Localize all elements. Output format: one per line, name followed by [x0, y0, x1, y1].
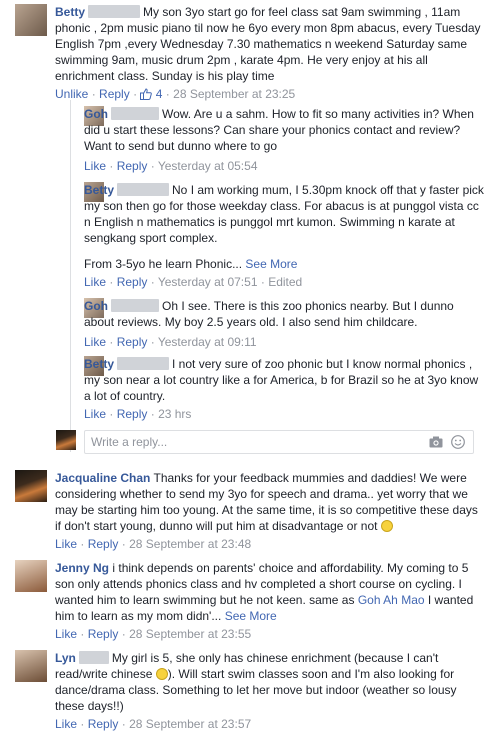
like-link[interactable]: Like [55, 537, 77, 551]
sad-emoji-icon [155, 668, 168, 680]
avatar-jacqualine-chan[interactable] [15, 470, 47, 502]
reply-actions: Like · Reply · Yesterday at 05:54 [84, 159, 258, 173]
avatar-current-user [56, 430, 76, 450]
comment-actions: Like · Reply · 28 September at 23:55 [55, 627, 252, 641]
reply-link[interactable]: Reply [88, 627, 119, 641]
emoji-icon[interactable] [451, 435, 465, 449]
avatar-jenny-ng[interactable] [15, 560, 47, 592]
reply-text-2: From 3-5yo he learn Phonic... [84, 257, 243, 271]
write-reply-input[interactable]: Write a reply... [84, 430, 474, 454]
commenter-name[interactable]: Lyn [55, 651, 76, 665]
reply-goh: Goh Wow. Are u a sahm. How to fit so many… [84, 106, 484, 154]
comment-actions: Like · Reply · 28 September at 23:48 [55, 537, 252, 551]
reply-time[interactable]: Yesterday at 07:51 [158, 275, 258, 289]
reply-link[interactable]: Reply [117, 159, 148, 173]
commenter-name[interactable]: Betty [84, 183, 114, 197]
commenter-name[interactable]: Jacqualine Chan [55, 471, 150, 485]
reply-link[interactable]: Reply [117, 335, 148, 349]
like-link[interactable]: Like [84, 159, 106, 173]
reply-link[interactable]: Reply [117, 275, 148, 289]
like-link[interactable]: Like [84, 275, 106, 289]
reply-link[interactable]: Reply [88, 717, 119, 731]
like-link[interactable]: Like [55, 627, 77, 641]
comment-jenny-ng: Jenny Ng i think depends on parents' cho… [55, 560, 485, 624]
reply-link[interactable]: Reply [117, 407, 148, 421]
reply-betty: Betty I not very sure of zoo phonic but I… [84, 356, 484, 404]
comment-time[interactable]: 28 September at 23:25 [173, 87, 295, 101]
redacted-surname [111, 107, 159, 120]
reply-link[interactable]: Reply [99, 87, 130, 101]
reply-actions: Like · Reply · Yesterday at 09:11 [84, 335, 257, 349]
mention-link[interactable]: Goh Ah Mao [358, 593, 425, 607]
commenter-name[interactable]: Betty [55, 5, 85, 19]
unlike-link[interactable]: Unlike [55, 87, 88, 101]
reply-time[interactable]: 23 hrs [158, 407, 191, 421]
like-link[interactable]: Like [55, 717, 77, 731]
comment-betty: Betty My son 3yo start go for feel class … [55, 4, 485, 84]
like-link[interactable]: Like [84, 407, 106, 421]
comment-time[interactable]: 28 September at 23:55 [129, 627, 251, 641]
edited-label[interactable]: Edited [268, 275, 302, 289]
commenter-name[interactable]: Betty [84, 357, 114, 371]
reply-betty-continued: From 3-5yo he learn Phonic... See More [84, 256, 484, 272]
sad-emoji-icon [380, 520, 393, 532]
comment-actions: Unlike · Reply · 4 · 28 September at 23:… [55, 87, 296, 101]
like-count[interactable]: 4 [156, 87, 163, 101]
redacted-surname [111, 299, 159, 312]
commenter-name[interactable]: Goh [84, 299, 108, 313]
comment-jacqualine-chan: Jacqualine Chan Thanks for your feedback… [55, 470, 485, 534]
redacted-surname [117, 183, 170, 196]
reply-goh: Goh Oh I see. There is this zoo phonics n… [84, 298, 484, 330]
avatar-betty[interactable] [15, 4, 47, 36]
avatar-lyn[interactable] [15, 650, 47, 682]
reply-time[interactable]: Yesterday at 05:54 [158, 159, 258, 173]
comment-time[interactable]: 28 September at 23:57 [129, 717, 251, 731]
reply-actions: Like · Reply · 23 hrs [84, 407, 192, 421]
commenter-name[interactable]: Goh [84, 107, 108, 121]
comment-time[interactable]: 28 September at 23:48 [129, 537, 251, 551]
reply-betty: Betty No I am working mum, I 5.30pm knock… [84, 182, 484, 246]
like-link[interactable]: Like [84, 335, 106, 349]
comment-actions: Like · Reply · 28 September at 23:57 [55, 717, 252, 731]
reply-thread-line [70, 100, 71, 452]
reply-actions: Like · Reply · Yesterday at 07:51 · Edit… [84, 275, 303, 289]
redacted-surname [78, 651, 109, 664]
redacted-surname [88, 5, 141, 18]
reply-link[interactable]: Reply [88, 537, 119, 551]
redacted-surname [117, 357, 170, 370]
camera-icon[interactable] [429, 436, 443, 448]
write-reply-placeholder: Write a reply... [91, 435, 168, 449]
see-more-link[interactable]: See More [245, 257, 297, 271]
see-more-link[interactable]: See More [225, 609, 277, 623]
commenter-name[interactable]: Jenny Ng [55, 561, 109, 575]
like-thumb-icon [140, 88, 153, 100]
comment-lyn: Lyn My girl is 5, she only has chinese en… [55, 650, 485, 714]
reply-time[interactable]: Yesterday at 09:11 [158, 335, 257, 349]
